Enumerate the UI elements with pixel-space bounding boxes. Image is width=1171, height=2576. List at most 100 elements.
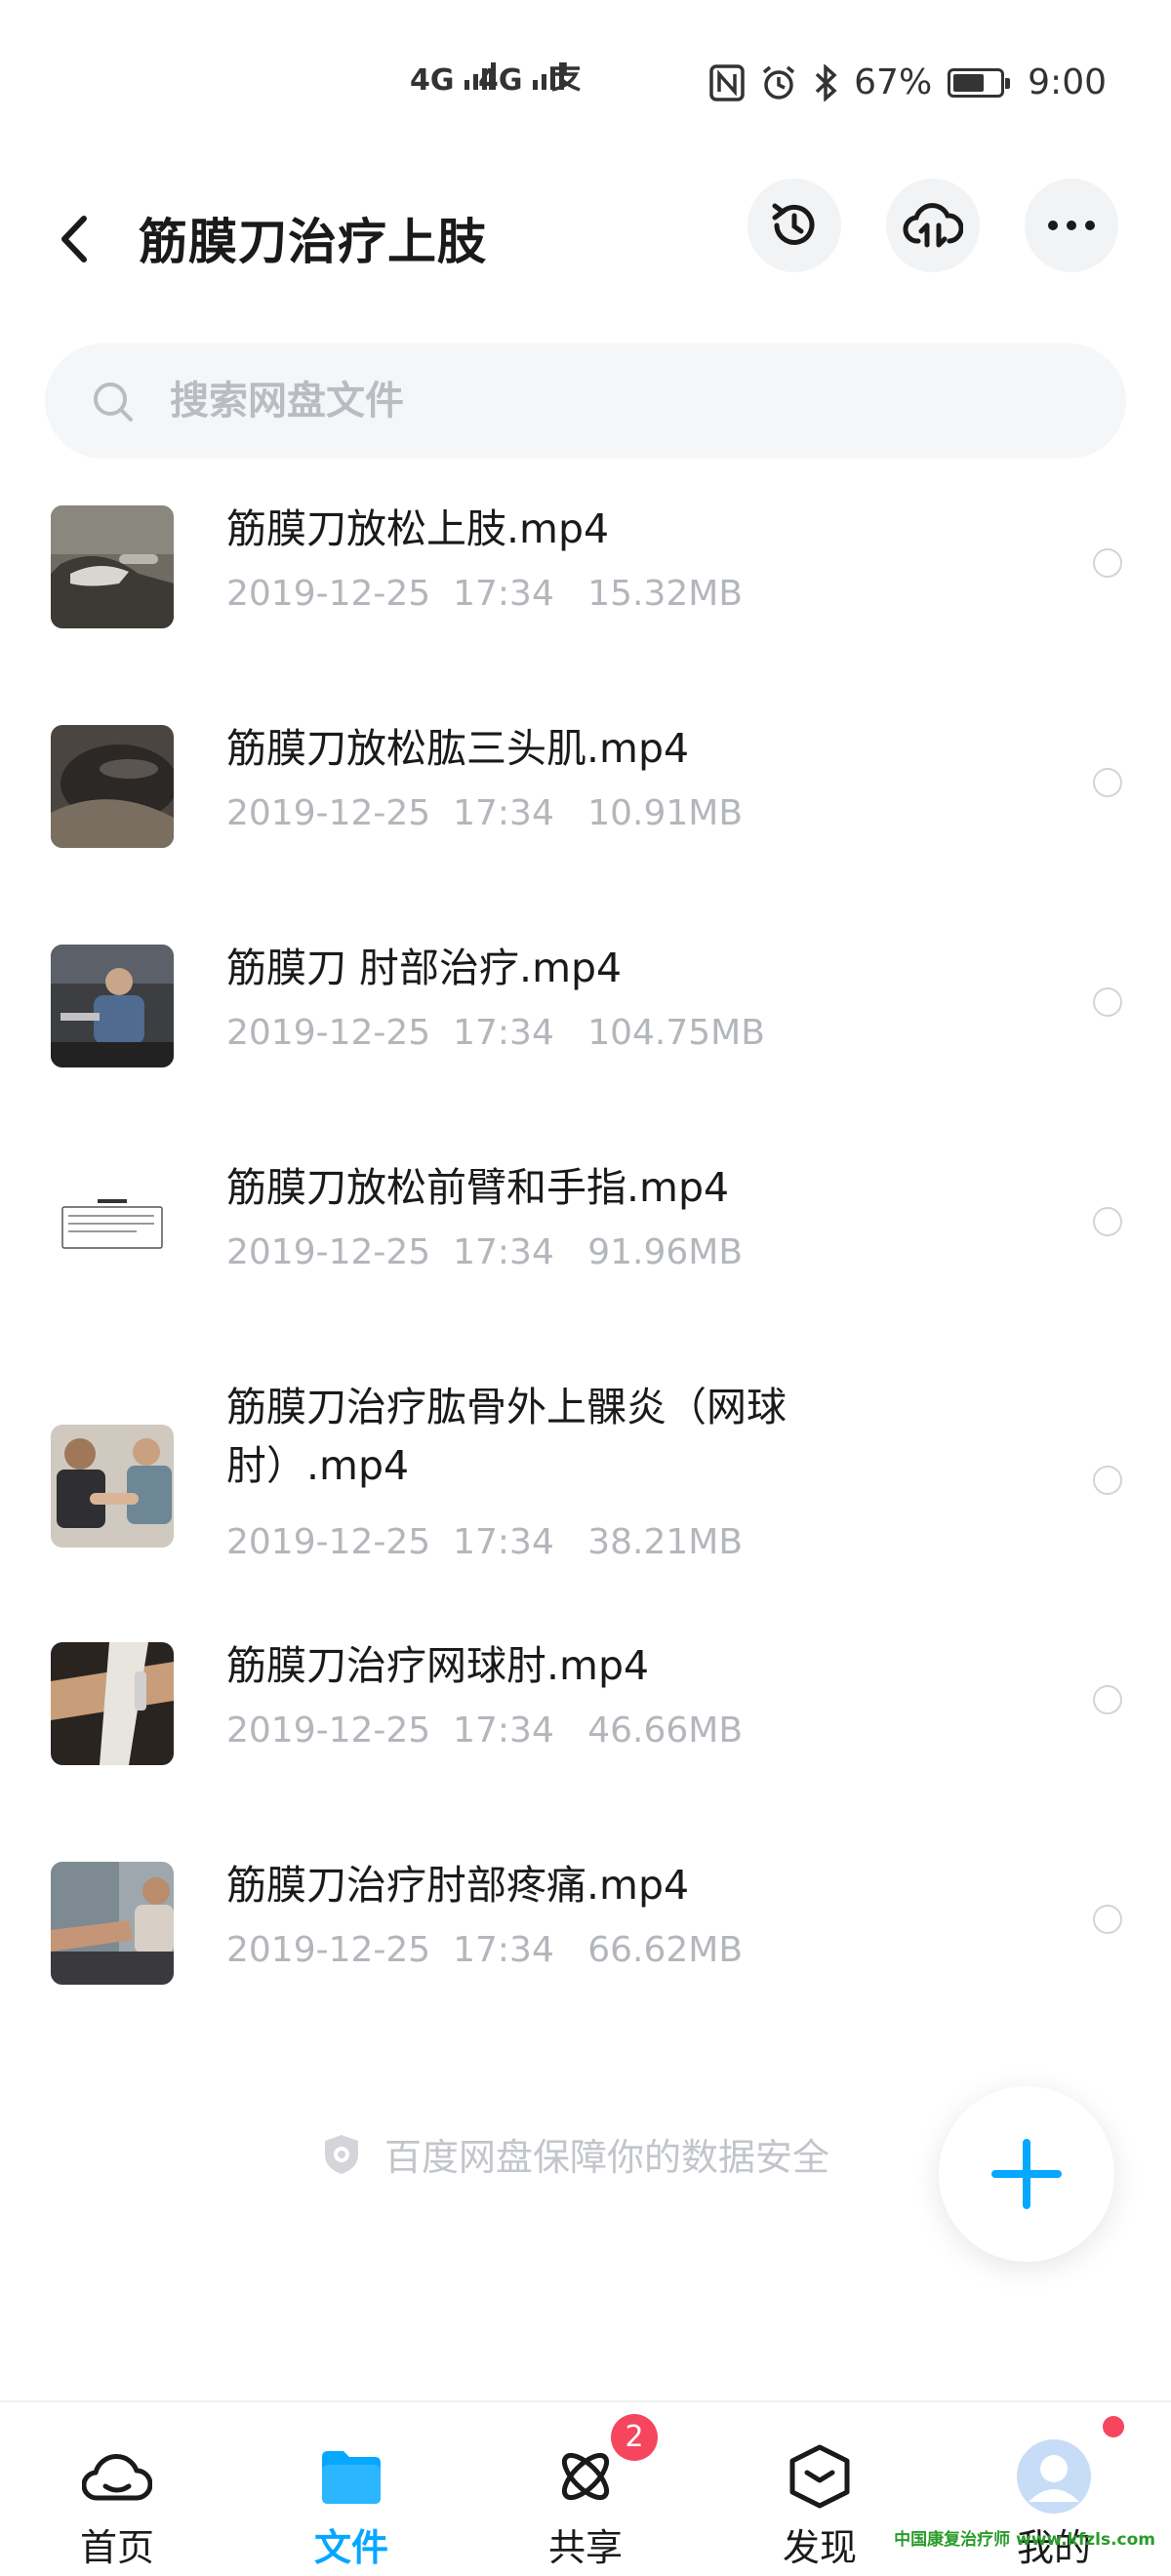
file-meta: 2019-12-25 17:34 46.66MB [226,1711,743,1751]
folder-icon [312,2437,390,2516]
file-item[interactable]: 筋膜刀放松肱三头肌.mp4 2019-12-25 17:34 10.91MB [0,698,1171,917]
file-time: 17:34 [453,1930,554,1970]
select-radio[interactable] [1093,1466,1122,1495]
security-note-text: 百度网盘保障你的数据安全 [384,2136,830,2179]
file-time: 17:34 [453,1232,554,1272]
video-thumbnail [51,1425,174,1548]
select-radio[interactable] [1093,1207,1122,1236]
file-date: 2019-12-25 [226,1930,431,1970]
chevron-left-icon [61,216,87,262]
file-item[interactable]: 筋膜刀治疗网球肘.mp4 2019-12-25 17:34 46.66MB [0,1615,1171,1834]
file-name: 筋膜刀放松肱三头肌.mp4 [226,725,690,772]
file-name: 筋膜刀放松前臂和手指.mp4 [226,1164,730,1211]
watermark: 中国康复治疗师 www.kfzls.com [894,2530,1155,2550]
share-badge: 2 [611,2414,658,2461]
notification-dot [1103,2416,1124,2437]
file-meta: 2019-12-25 17:34 91.96MB [226,1232,743,1272]
network-type-2: 4G [478,63,523,98]
video-thumbnail [51,945,174,1067]
select-radio[interactable] [1093,548,1122,578]
cloud-transfer-icon [903,203,963,248]
file-name: 筋膜刀治疗网球肘.mp4 [226,1642,650,1689]
file-name: 筋膜刀治疗肱骨外上髁炎（网球肘）.mp4 [226,1384,787,1489]
video-thumbnail [51,1164,174,1287]
nav-files[interactable]: 文件 [254,2402,449,2576]
battery-percent: 67% [854,62,933,102]
clock: 9:00 [1028,62,1107,102]
select-radio[interactable] [1093,768,1122,797]
network-type-1: 4G [410,63,455,98]
history-button[interactable] [747,179,841,272]
file-meta: 2019-12-25 17:34 15.32MB [226,574,743,614]
file-name: 筋膜刀治疗肘部疼痛.mp4 [226,1862,690,1909]
file-item[interactable]: 筋膜刀治疗肘部疼痛.mp4 2019-12-25 17:34 66.62MB [0,1834,1171,2054]
security-note: 百度网盘保障你的数据安全 [322,2127,829,2181]
shield-icon [325,2134,358,2174]
battery-icon [948,67,1011,98]
nav-share[interactable]: 2 共享 [488,2402,683,2576]
file-time: 17:34 [453,1711,554,1751]
file-size: 10.91MB [587,793,744,833]
file-time: 17:34 [453,793,554,833]
file-size: 46.66MB [587,1711,744,1751]
select-radio[interactable] [1093,1685,1122,1714]
search-bar[interactable] [45,343,1126,459]
video-thumbnail [51,725,174,848]
file-date: 2019-12-25 [226,1232,431,1272]
page-title: 筋膜刀治疗上肢 [139,214,487,270]
file-meta: 2019-12-25 17:34 104.75MB [226,1013,765,1053]
select-radio[interactable] [1093,1905,1122,1934]
file-name: 筋膜刀 肘部治疗.mp4 [226,945,623,991]
nav-share-label: 共享 [547,2526,623,2569]
bottom-nav: 首页 文件 2 共享 发现 我的 [0,2400,1171,2576]
nav-files-label: 文件 [313,2526,388,2569]
back-button[interactable] [49,195,107,283]
cloud-home-icon [78,2437,156,2516]
file-meta: 2019-12-25 17:34 66.62MB [226,1930,743,1970]
file-date: 2019-12-25 [226,1522,431,1562]
add-button[interactable] [939,2086,1114,2262]
bluetooth-icon [815,63,837,101]
file-meta: 2019-12-25 17:34 38.21MB [226,1522,743,1562]
file-size: 66.62MB [587,1930,744,1970]
file-item[interactable]: 筋膜刀治疗肱骨外上髁炎（网球肘）.mp4 2019-12-25 17:34 38… [0,1356,1171,1615]
nav-discover-label: 发现 [782,2526,857,2569]
file-item[interactable]: 筋膜刀放松前臂和手指.mp4 2019-12-25 17:34 91.96MB [0,1137,1171,1356]
status-bar: 4G 4G 67% 9:00 [0,0,1171,166]
nav-home[interactable]: 首页 [20,2402,215,2576]
video-thumbnail [51,505,174,628]
nav-profile[interactable]: 我的 [956,2402,1151,2576]
video-thumbnail [51,1642,174,1765]
nav-discover[interactable]: 发现 [722,2402,917,2576]
status-right: 67% 9:00 [709,62,1107,102]
file-size: 91.96MB [587,1232,744,1272]
nfc-icon [709,63,745,101]
select-radio[interactable] [1093,987,1122,1017]
search-input[interactable] [170,373,1048,429]
file-meta: 2019-12-25 17:34 10.91MB [226,793,743,833]
file-name: 筋膜刀放松上肢.mp4 [226,505,610,552]
plus-icon [991,2139,1062,2209]
file-size: 104.75MB [587,1013,765,1053]
file-date: 2019-12-25 [226,1711,431,1751]
file-list: 筋膜刀放松上肢.mp4 2019-12-25 17:34 15.32MB 筋膜刀… [0,478,1171,2054]
transfer-button[interactable] [886,179,980,272]
file-size: 38.21MB [587,1522,744,1562]
file-item[interactable]: 筋膜刀 肘部治疗.mp4 2019-12-25 17:34 104.75MB [0,917,1171,1137]
alipay-icon [546,60,584,102]
header: 筋膜刀治疗上肢 [0,166,1171,312]
video-thumbnail [51,1862,174,1985]
file-time: 17:34 [453,1522,554,1562]
share-atom-icon [546,2437,625,2516]
file-date: 2019-12-25 [226,574,431,614]
more-button[interactable] [1025,179,1118,272]
file-size: 15.32MB [587,574,744,614]
nav-home-label: 首页 [79,2526,154,2569]
search-icon [94,382,133,422]
file-item[interactable]: 筋膜刀放松上肢.mp4 2019-12-25 17:34 15.32MB [0,478,1171,698]
alarm-icon [763,65,795,100]
more-dots-icon [1048,221,1095,230]
file-time: 17:34 [453,1013,554,1053]
history-icon [772,203,815,245]
file-time: 17:34 [453,574,554,614]
